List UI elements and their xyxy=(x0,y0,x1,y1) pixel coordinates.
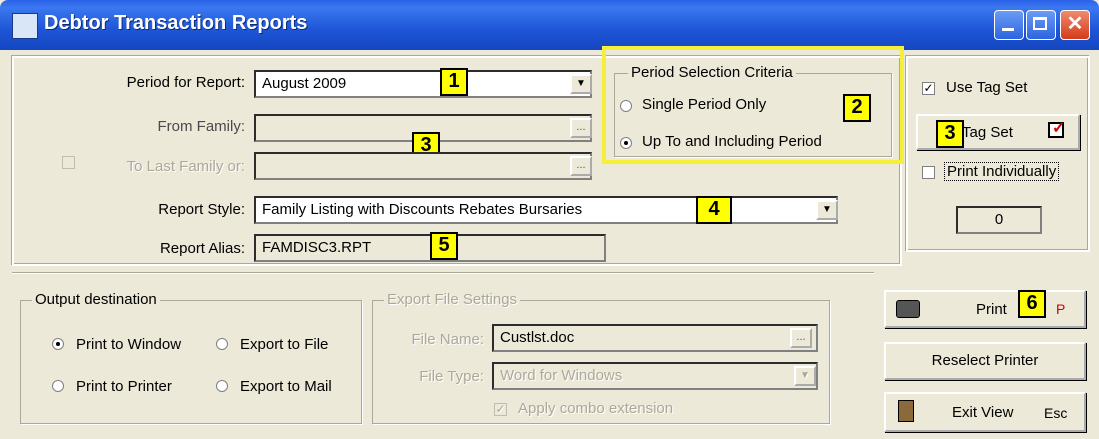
period-select[interactable]: August 2009 xyxy=(254,70,592,98)
report-style-label: Report Style: xyxy=(158,201,245,218)
period-dropdown-arrow-icon[interactable]: ▼ xyxy=(570,74,592,94)
print-individually-checkbox[interactable] xyxy=(922,166,935,179)
tag-count-value: 0 xyxy=(994,211,1004,228)
printer-icon xyxy=(896,300,920,318)
reselect-printer-button[interactable]: Reselect Printer xyxy=(884,342,1086,380)
file-type-select[interactable]: Word for Windows xyxy=(492,362,818,390)
file-type-label: File Type: xyxy=(419,368,484,385)
file-name-browse-button[interactable]: ... xyxy=(790,328,812,348)
minimize-button[interactable] xyxy=(994,10,1024,40)
print-to-window-label[interactable]: Print to Window xyxy=(76,336,181,353)
apply-combo-label[interactable]: Apply combo extension xyxy=(518,400,673,417)
print-to-window-radio[interactable] xyxy=(52,338,64,350)
export-to-file-radio[interactable] xyxy=(216,338,228,350)
file-name-value: Custlst.doc xyxy=(500,329,575,346)
file-name-label: File Name: xyxy=(411,331,484,348)
close-icon: ✕ xyxy=(1066,13,1084,35)
up-to-period-radio[interactable] xyxy=(620,137,632,149)
report-alias-label: Report Alias: xyxy=(159,240,245,257)
export-to-mail-label[interactable]: Export to Mail xyxy=(240,378,332,395)
callout-badge: 2 xyxy=(843,94,871,122)
minimize-icon xyxy=(1002,28,1014,31)
report-style-value: Family Listing with Discounts Rebates Bu… xyxy=(262,201,583,218)
file-type-value: Word for Windows xyxy=(500,367,623,384)
callout-badge: 4 xyxy=(696,196,732,224)
to-last-family-browse-button[interactable]: ... xyxy=(570,156,592,176)
window-title: Debtor Transaction Reports xyxy=(44,12,308,34)
to-last-family-label: To Last Family or: xyxy=(126,158,245,175)
callout-badge: 6 xyxy=(1018,290,1046,318)
print-individually-label[interactable]: Print Individually xyxy=(944,162,1060,181)
apply-combo-checkbox[interactable]: ✓ xyxy=(494,403,507,416)
use-tag-set-checkbox[interactable]: ✓ xyxy=(922,82,935,95)
close-button[interactable]: ✕ xyxy=(1060,10,1090,40)
exit-view-button[interactable]: Exit View Esc xyxy=(884,392,1086,432)
callout-badge: 5 xyxy=(430,232,458,260)
output-destination-title: Output destination xyxy=(32,291,160,308)
to-last-family-field[interactable] xyxy=(254,152,592,180)
export-settings-title: Export File Settings xyxy=(384,291,521,308)
use-tag-set-label[interactable]: Use Tag Set xyxy=(946,79,1027,96)
title-bar[interactable]: Debtor Transaction Reports ✕ xyxy=(0,0,1099,50)
tag-count-field: 0 xyxy=(956,206,1042,234)
tag-set-label: Tag Set xyxy=(962,124,1013,141)
output-destination-group xyxy=(20,300,362,424)
period-value: August 2009 xyxy=(262,75,347,92)
from-family-browse-button[interactable]: ... xyxy=(570,118,592,138)
tag-check-icon: ✓ xyxy=(1048,120,1065,138)
report-alias-value: FAMDISC3.RPT xyxy=(262,239,372,256)
callout-badge: 3 xyxy=(936,120,964,148)
print-to-printer-radio[interactable] xyxy=(52,380,64,392)
print-shortcut: P xyxy=(1056,301,1066,317)
exit-view-label: Exit View xyxy=(952,404,1014,421)
callout-badge: 1 xyxy=(440,68,468,96)
reselect-printer-label: Reselect Printer xyxy=(931,352,1039,369)
file-name-field[interactable]: Custlst.doc xyxy=(492,324,818,352)
divider xyxy=(12,272,874,274)
report-style-dropdown-arrow-icon[interactable]: ▼ xyxy=(816,200,838,220)
maximize-button[interactable] xyxy=(1026,10,1056,40)
print-button[interactable]: Print P xyxy=(884,290,1086,328)
maximize-icon xyxy=(1033,17,1047,30)
report-style-select[interactable]: Family Listing with Discounts Rebates Bu… xyxy=(254,196,838,224)
export-to-mail-radio[interactable] xyxy=(216,380,228,392)
red-tick-icon: ✓ xyxy=(1052,120,1066,137)
print-label: Print xyxy=(976,301,1007,318)
app-icon xyxy=(12,13,38,39)
exit-shortcut: Esc xyxy=(1044,405,1068,421)
from-family-label: From Family: xyxy=(157,118,246,135)
up-to-period-label[interactable]: Up To and Including Period xyxy=(642,133,822,150)
print-to-printer-label[interactable]: Print to Printer xyxy=(76,378,172,395)
period-label: Period for Report: xyxy=(126,74,245,91)
single-period-label[interactable]: Single Period Only xyxy=(642,96,766,113)
period-criteria-title: Period Selection Criteria xyxy=(628,64,796,81)
report-window: Debtor Transaction Reports ✕ Period for … xyxy=(0,0,1099,439)
single-period-radio[interactable] xyxy=(620,100,632,112)
file-type-dropdown-arrow-icon[interactable]: ▼ xyxy=(794,366,816,386)
export-to-file-label[interactable]: Export to File xyxy=(240,336,328,353)
exit-door-icon xyxy=(898,400,914,422)
